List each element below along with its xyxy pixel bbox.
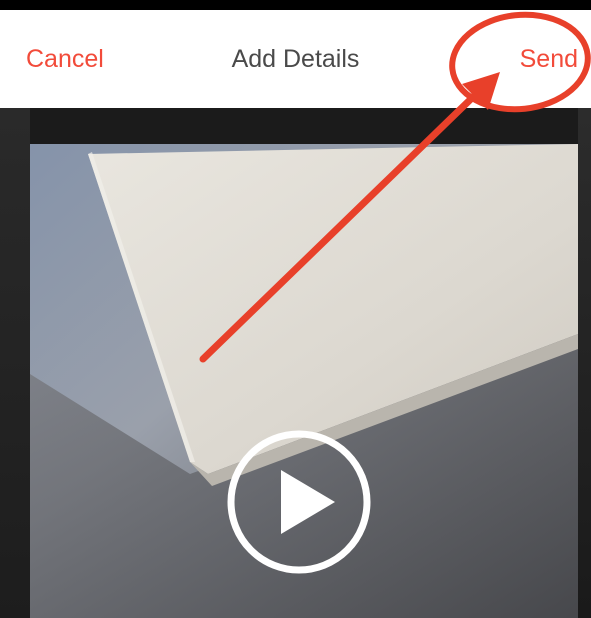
send-button[interactable]: Send xyxy=(520,44,578,74)
video-border-right xyxy=(578,108,591,618)
video-preview[interactable] xyxy=(0,108,591,618)
play-icon xyxy=(227,430,371,574)
navigation-bar: Cancel Add Details Send xyxy=(0,10,591,108)
status-bar-edge xyxy=(0,0,591,10)
video-border-left xyxy=(0,108,30,618)
play-button[interactable] xyxy=(225,428,373,576)
cancel-button[interactable]: Cancel xyxy=(26,44,104,74)
